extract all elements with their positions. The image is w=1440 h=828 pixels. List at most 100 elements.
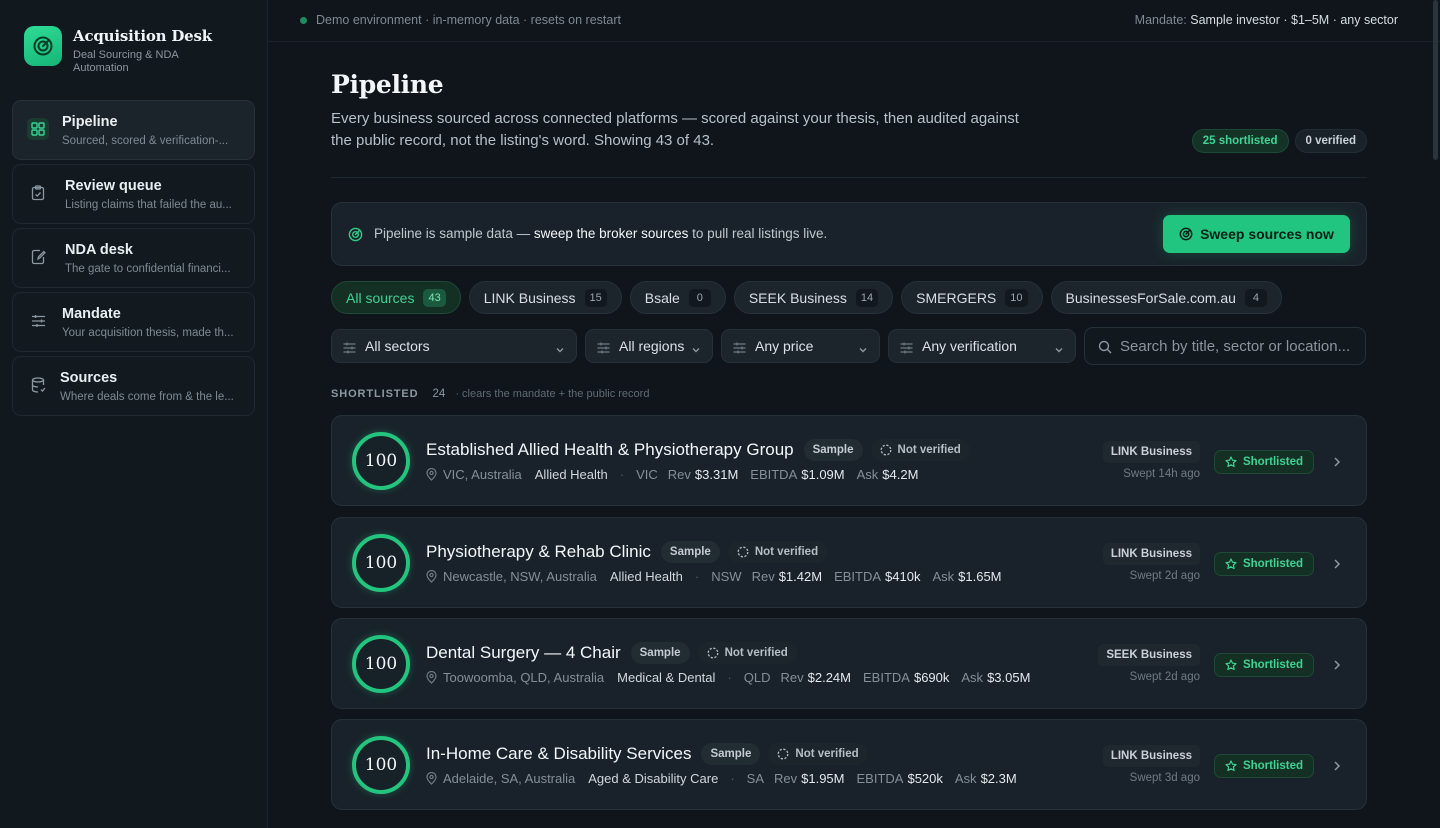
verified-count-badge: 0 verified	[1294, 129, 1367, 153]
sample-badge: Sample	[803, 439, 863, 461]
status-text: Shortlisted	[1242, 659, 1303, 671]
sweep-button-label: Sweep sources now	[1200, 226, 1334, 242]
tab-all-sources[interactable]: All sources 43	[331, 281, 461, 314]
listing-title-row: Physiotherapy & Rehab Clinic Sample Not …	[426, 541, 828, 563]
listing-location: Adelaide, SA, Australia	[443, 771, 576, 786]
revenue-label: Rev	[667, 467, 691, 482]
sidebar-item-pipeline[interactable]: Pipeline Sourced, scored & verification-…	[12, 100, 255, 160]
chevron-right-icon[interactable]	[1333, 455, 1341, 473]
radar-logo-icon	[24, 26, 62, 66]
chevron-right-icon[interactable]	[1333, 759, 1341, 777]
document-edit-icon	[28, 247, 48, 267]
sidebar-item-label: Mandate	[62, 306, 121, 322]
listing-card[interactable]: 100 Dental Surgery — 4 Chair Sample Not …	[331, 618, 1367, 709]
radar-icon	[348, 227, 363, 247]
sample-badge: Sample	[630, 642, 690, 664]
listing-title[interactable]: Established Allied Health & Physiotherap…	[426, 440, 794, 460]
tab-count: 10	[1005, 288, 1028, 307]
sidebar-item-sources[interactable]: Sources Where deals come from & the le..…	[12, 356, 255, 416]
ask-value: $1.65M	[958, 569, 1002, 584]
swept-time: Swept 2d ago	[1129, 671, 1200, 683]
environment-text: Demo environment · in-memory data · rese…	[316, 13, 621, 27]
source-badge: LINK Business	[1102, 745, 1200, 767]
revenue-label: Rev	[780, 670, 804, 685]
listing-card[interactable]: 100 In-Home Care & Disability Services S…	[331, 719, 1367, 810]
ask-label: Ask	[932, 569, 955, 584]
tab-count: 43	[423, 288, 446, 307]
tab-seek-business[interactable]: SEEK Business 14	[733, 281, 894, 314]
listing-title[interactable]: Physiotherapy & Rehab Clinic	[426, 542, 651, 562]
verification-select-value: Any verification	[922, 338, 1017, 354]
verification-select[interactable]: Any verification	[888, 329, 1076, 363]
brand[interactable]: Acquisition Desk Deal Sourcing & NDA Aut…	[24, 26, 213, 75]
sweep-sources-button[interactable]: Sweep sources now	[1163, 215, 1350, 253]
source-tabs: All sources 43 LINK Business 15 Bsale 0 SEE…	[331, 281, 1282, 314]
listing-title[interactable]: Dental Surgery — 4 Chair	[426, 643, 621, 663]
database-icon	[28, 375, 48, 395]
mandate-label: Mandate:	[1134, 13, 1187, 27]
listing-card[interactable]: 100 Established Allied Health & Physioth…	[331, 415, 1367, 506]
listing-card[interactable]: 100 Physiotherapy & Rehab Clinic Sample …	[331, 517, 1367, 608]
score-ring: 100	[352, 635, 410, 693]
sidebar-item-review-queue[interactable]: Review queue Listing claims that failed …	[12, 164, 255, 224]
price-select[interactable]: Any price	[721, 329, 880, 363]
verification-text: Not verified	[724, 647, 788, 659]
shortlisted-badge[interactable]: Shortlisted	[1213, 754, 1314, 778]
chevron-down-icon	[691, 342, 701, 358]
region-select-value: All regions	[619, 338, 685, 354]
listing-title[interactable]: In-Home Care & Disability Services	[426, 744, 691, 764]
banner-link[interactable]: sweep the broker sources	[534, 226, 689, 241]
revenue-value: $3.31M	[694, 467, 739, 482]
listing-location: VIC, Australia	[443, 467, 522, 482]
tab-bsale[interactable]: Bsale 0	[629, 281, 726, 314]
section-count: 24	[432, 388, 446, 400]
swept-time: Swept 14h ago	[1123, 468, 1200, 480]
chevron-right-icon[interactable]	[1333, 658, 1341, 676]
filter-icon	[900, 341, 913, 357]
tab-smergers[interactable]: SMERGERS 10	[901, 281, 1043, 314]
location-pin-icon	[426, 671, 437, 684]
sidebar-item-mandate[interactable]: Mandate Your acquisition thesis, made th…	[12, 292, 255, 352]
sidebar-item-nda-desk[interactable]: NDA desk The gate to confidential financ…	[12, 228, 255, 288]
sidebar-item-desc: Where deals come from & the le...	[60, 391, 234, 403]
status-text: Shortlisted	[1242, 760, 1303, 772]
listing-state: NSW	[711, 569, 742, 584]
listing-sector: Allied Health	[534, 467, 608, 482]
chevron-right-icon[interactable]	[1333, 557, 1341, 575]
location-pin-icon	[426, 772, 437, 785]
score-ring: 100	[352, 534, 410, 592]
star-icon	[1225, 659, 1237, 671]
sidebar-item-desc: Sourced, scored & verification-...	[62, 135, 229, 147]
sample-badge: Sample	[701, 743, 761, 765]
sidebar-item-desc: Your acquisition thesis, made th...	[62, 327, 234, 339]
listing-sector: Medical & Dental	[617, 670, 716, 685]
tab-link-business[interactable]: LINK Business 15	[468, 281, 622, 314]
mandate-summary[interactable]: Mandate: Sample investor · $1–5M · any s…	[1135, 13, 1398, 27]
listing-location: Newcastle, NSW, Australia	[443, 569, 597, 584]
chevron-down-icon	[1054, 342, 1064, 358]
listing-location: Toowoomba, QLD, Australia	[443, 670, 605, 685]
ask-value: $4.2M	[882, 467, 919, 482]
scrollbar[interactable]	[1433, 0, 1438, 160]
brand-subtitle: Deal Sourcing & NDA Automation	[73, 49, 179, 74]
star-icon	[1225, 456, 1237, 468]
status-text: Shortlisted	[1242, 558, 1303, 570]
separator-dot: ·	[619, 467, 625, 482]
listing-meta: Adelaide, SA, Australia Aged & Disabilit…	[426, 771, 1029, 786]
tab-businessesforsale[interactable]: BusinessesForSale.com.au 4	[1050, 281, 1282, 314]
tab-count: 14	[855, 288, 879, 307]
region-select[interactable]: All regions	[585, 329, 713, 363]
sector-select[interactable]: All sectors	[331, 329, 577, 363]
shortlisted-badge[interactable]: Shortlisted	[1213, 552, 1314, 576]
search-field[interactable]	[1084, 327, 1366, 365]
tab-label: Bsale	[644, 289, 680, 306]
listing-state: SA	[746, 771, 764, 786]
search-input[interactable]	[1120, 328, 1360, 364]
source-badge: LINK Business	[1102, 543, 1200, 565]
shortlisted-badge[interactable]: Shortlisted	[1213, 653, 1314, 677]
ebitda-label: EBITDA	[856, 771, 904, 786]
sidebar-item-label: Review queue	[65, 178, 162, 194]
shortlisted-badge[interactable]: Shortlisted	[1213, 450, 1314, 474]
score-ring: 100	[352, 736, 410, 794]
location-pin-icon	[426, 468, 437, 481]
